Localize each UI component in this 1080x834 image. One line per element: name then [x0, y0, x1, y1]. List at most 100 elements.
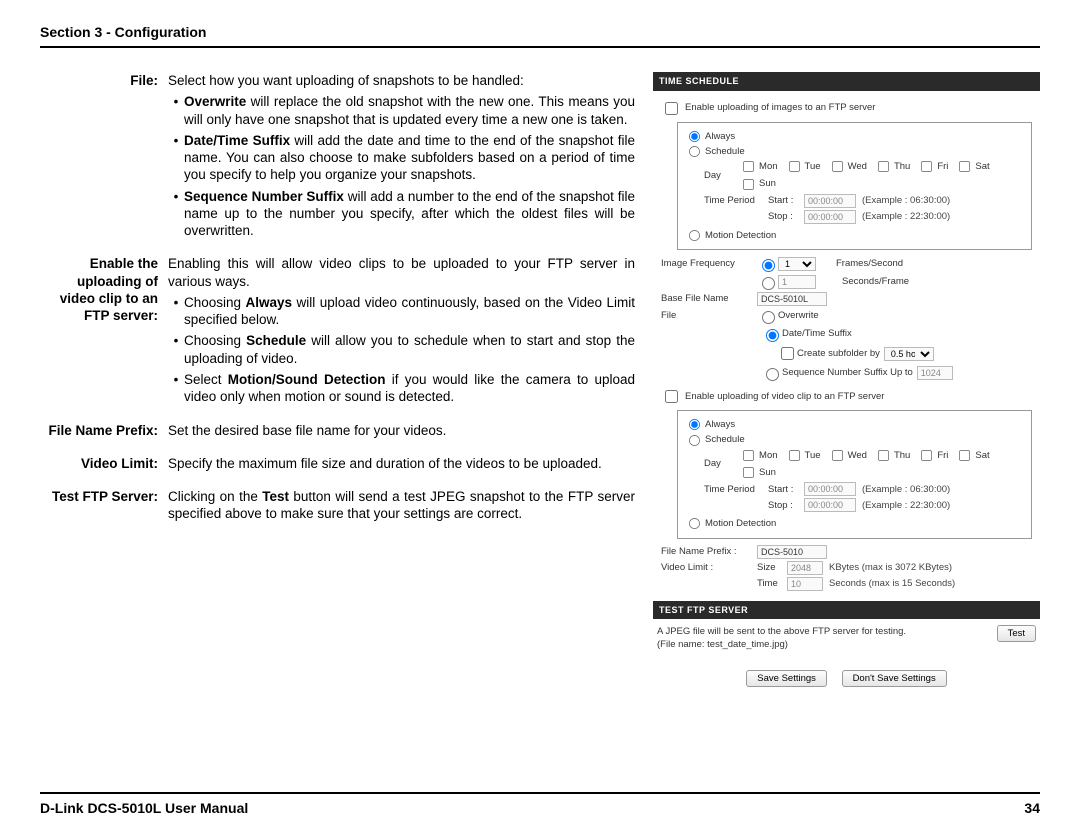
images-always-radio[interactable] — [689, 131, 700, 142]
spf-label: Seconds/Frame — [842, 275, 909, 288]
enable-images-checkbox[interactable] — [665, 102, 678, 115]
datetime-term: Date/Time Suffix — [184, 133, 290, 148]
day-checkbox-mon[interactable] — [743, 161, 754, 172]
video-time-hint: Seconds (max is 15 Seconds) — [829, 577, 955, 590]
day-label-thu: Thu — [894, 449, 910, 462]
fps-select[interactable]: 1 — [778, 257, 816, 271]
video-schedule-label: Schedule — [705, 433, 745, 446]
test-ftp-header: TEST FTP SERVER — [653, 601, 1040, 620]
day-option-mon[interactable]: Mon — [742, 160, 777, 173]
day-option-thu[interactable]: Thu — [877, 160, 910, 173]
enable-video-checkbox[interactable] — [665, 390, 678, 403]
video-always-radio[interactable] — [689, 419, 700, 430]
video-limit-label: Video Limit : — [661, 561, 757, 574]
day-option-tue[interactable]: Tue — [788, 160, 821, 173]
fps-radio[interactable] — [762, 259, 775, 272]
file-overwrite-label: Overwrite — [778, 309, 819, 322]
test-button[interactable]: Test — [997, 625, 1036, 642]
images-stop-label: Stop : — [768, 210, 804, 223]
video-start-example: (Example : 06:30:00) — [862, 483, 950, 496]
day-checkbox-sat[interactable] — [959, 450, 970, 461]
file-name-prefix-input[interactable] — [757, 545, 827, 559]
video-timeperiod-label: Time Period — [704, 483, 768, 496]
spf-input[interactable] — [778, 275, 816, 289]
subfolder-period-select[interactable]: 0.5 hour — [884, 347, 934, 361]
enable-b3b: Motion/Sound Detection — [228, 372, 386, 387]
enable-b3a: Select — [184, 372, 228, 387]
images-always-label: Always — [705, 130, 735, 143]
video-stop-input[interactable] — [804, 498, 856, 512]
images-stop-input[interactable] — [804, 210, 856, 224]
day-checkbox-sun[interactable] — [743, 467, 754, 478]
video-schedule-radio[interactable] — [689, 434, 700, 445]
time-schedule-header: TIME SCHEDULE — [653, 72, 1040, 91]
day-option-mon[interactable]: Mon — [742, 449, 777, 462]
day-checkbox-mon[interactable] — [743, 450, 754, 461]
sequence-value-input[interactable] — [917, 366, 953, 380]
day-option-sun[interactable]: Sun — [742, 466, 776, 479]
day-option-fri[interactable]: Fri — [920, 449, 948, 462]
day-option-sat[interactable]: Sat — [958, 160, 989, 173]
images-schedule-box: Always Schedule Day MonTueWedThuFriSatSu… — [677, 122, 1032, 250]
limit-text: Specify the maximum file size and durati… — [168, 456, 602, 471]
video-time-input[interactable] — [787, 577, 823, 591]
images-schedule-label: Schedule — [705, 145, 745, 158]
day-checkbox-thu[interactable] — [878, 450, 889, 461]
day-checkbox-fri[interactable] — [921, 450, 932, 461]
enable-b1b: Always — [246, 295, 293, 310]
video-size-input[interactable] — [787, 561, 823, 575]
day-label-tue: Tue — [805, 449, 821, 462]
test-ftp-desc1: A JPEG file will be sent to the above FT… — [657, 625, 906, 638]
day-option-tue[interactable]: Tue — [788, 449, 821, 462]
dont-save-settings-button[interactable]: Don't Save Settings — [842, 670, 947, 687]
video-stop-example: (Example : 22:30:00) — [862, 499, 950, 512]
footer-manual: D-Link DCS-5010L User Manual — [40, 800, 248, 816]
images-schedule-radio[interactable] — [689, 146, 700, 157]
day-checkbox-wed[interactable] — [832, 450, 843, 461]
day-label-sat: Sat — [975, 160, 989, 173]
spf-radio[interactable] — [762, 277, 775, 290]
file-sequence-label: Sequence Number Suffix Up to — [782, 366, 913, 379]
fps-label: Frames/Second — [836, 257, 903, 270]
day-option-wed[interactable]: Wed — [831, 160, 867, 173]
video-size-label: Size — [757, 561, 787, 574]
create-subfolder-checkbox[interactable] — [781, 347, 794, 360]
day-checkbox-thu[interactable] — [878, 161, 889, 172]
day-checkbox-sun[interactable] — [743, 179, 754, 190]
day-label-wed: Wed — [848, 160, 867, 173]
images-start-input[interactable] — [804, 194, 856, 208]
video-motion-radio[interactable] — [689, 518, 700, 529]
images-start-label: Start : — [768, 194, 804, 207]
day-checkbox-sat[interactable] — [959, 161, 970, 172]
day-label-sun: Sun — [759, 177, 776, 190]
base-file-name-input[interactable] — [757, 292, 827, 306]
images-motion-radio[interactable] — [689, 230, 700, 241]
file-sequence-radio[interactable] — [766, 368, 779, 381]
images-stop-example: (Example : 22:30:00) — [862, 210, 950, 223]
day-label-sat: Sat — [975, 449, 989, 462]
enable-images-label: Enable uploading of images to an FTP ser… — [685, 101, 875, 114]
images-motion-label: Motion Detection — [705, 229, 776, 242]
test-bold: Test — [262, 489, 289, 504]
save-settings-button[interactable]: Save Settings — [746, 670, 827, 687]
day-checkbox-tue[interactable] — [789, 161, 800, 172]
day-checkbox-fri[interactable] — [921, 161, 932, 172]
file-datetime-radio[interactable] — [766, 329, 779, 342]
file-overwrite-radio[interactable] — [762, 311, 775, 324]
day-option-thu[interactable]: Thu — [877, 449, 910, 462]
day-checkbox-tue[interactable] — [789, 450, 800, 461]
day-option-sun[interactable]: Sun — [742, 177, 776, 190]
description-column: File: Select how you want uploading of s… — [40, 72, 635, 687]
file-name-prefix-label: File Name Prefix : — [661, 545, 757, 558]
test-ftp-desc2: (File name: test_date_time.jpg) — [657, 638, 906, 651]
images-timeperiod-label: Time Period — [704, 194, 768, 207]
video-stop-label: Stop : — [768, 499, 804, 512]
video-start-input[interactable] — [804, 482, 856, 496]
day-option-fri[interactable]: Fri — [920, 160, 948, 173]
day-option-wed[interactable]: Wed — [831, 449, 867, 462]
day-option-sat[interactable]: Sat — [958, 449, 989, 462]
day-checkbox-wed[interactable] — [832, 161, 843, 172]
enable-b2a: Choosing — [184, 333, 246, 348]
create-subfolder-label: Create subfolder by — [797, 347, 880, 360]
enable-b1a: Choosing — [184, 295, 246, 310]
